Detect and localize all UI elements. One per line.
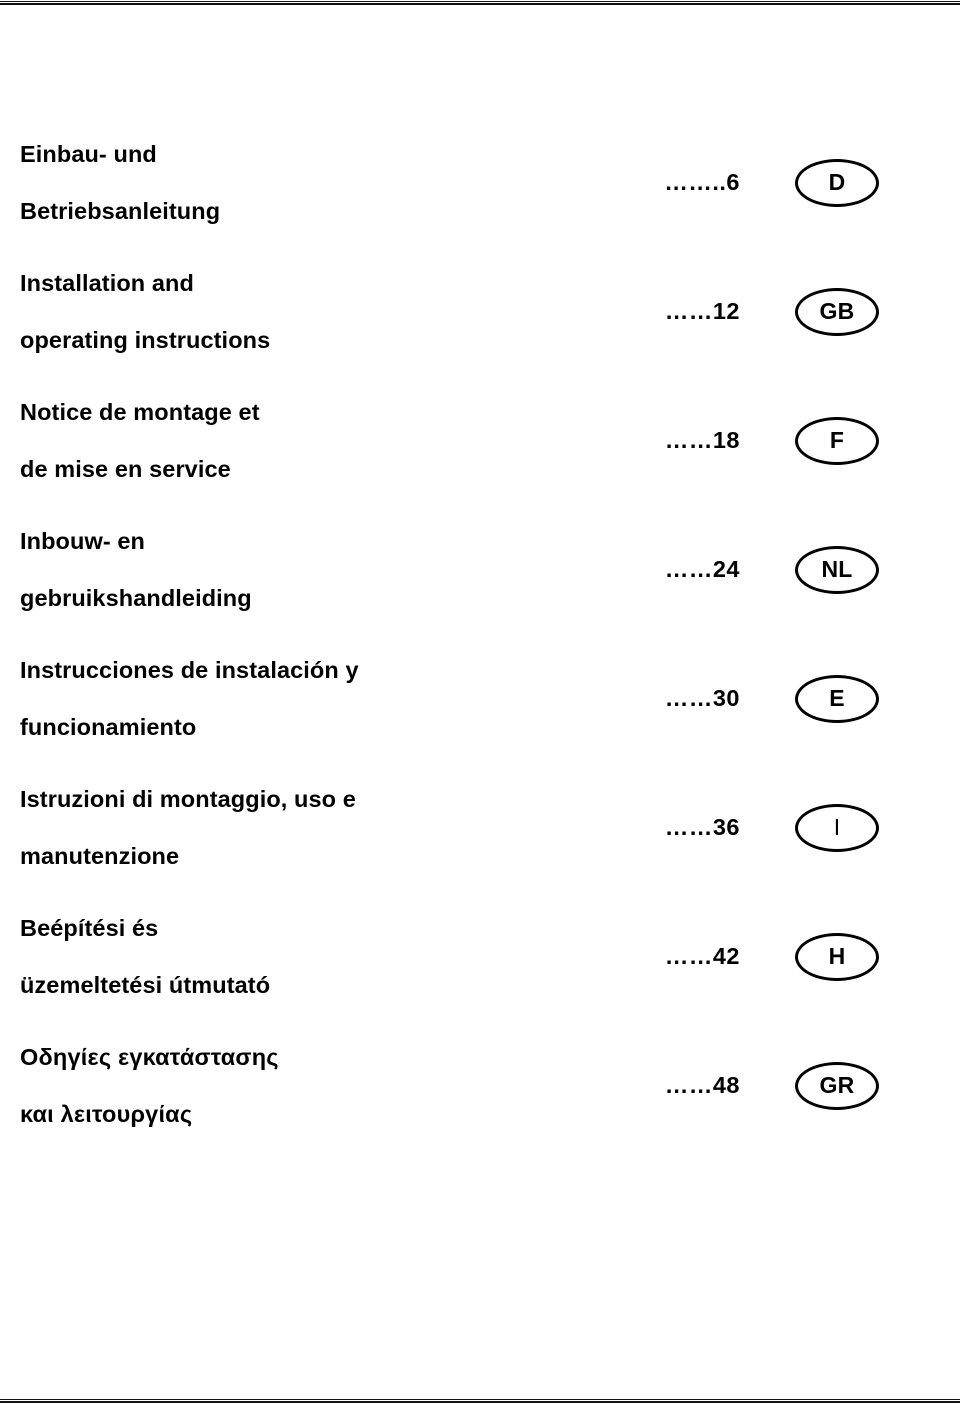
language-title: Instrucciones de instalación y funcionam…: [20, 656, 359, 740]
country-code-badge: I: [795, 803, 879, 852]
language-title: Einbau- und Betriebsanleitung: [20, 140, 221, 224]
language-row: Einbau- und Betriebsanleitung ……..6 D: [0, 118, 960, 247]
language-title: Notice de montage et de mise en service: [20, 398, 260, 482]
country-code-badge: GB: [795, 287, 879, 336]
language-title: Istruzioni di montaggio, uso e manutenzi…: [20, 785, 356, 869]
language-row: Οδηγίες εγκατάστασης και λειτουργίας ……4…: [0, 1021, 960, 1150]
language-title: Inbouw- en gebruikshandleiding: [20, 527, 252, 611]
country-code-badge: D: [795, 158, 879, 207]
page-number: ……24: [664, 555, 740, 582]
page-number: ……18: [664, 426, 740, 453]
country-badge-cell: E: [740, 674, 960, 723]
country-badge-cell: I: [740, 803, 960, 852]
page-number: ……36: [664, 813, 740, 840]
bottom-divider-rule: [0, 1399, 960, 1403]
country-badge-cell: F: [740, 416, 960, 465]
language-title: Οδηγίες εγκατάστασης και λειτουργίας: [20, 1043, 279, 1127]
country-code-badge: E: [795, 674, 879, 723]
language-row: Beépítési és üzemeltetési útmutató ……42 …: [0, 892, 960, 1021]
country-badge-cell: D: [740, 158, 960, 207]
country-badge-cell: NL: [740, 545, 960, 594]
page-number: ……30: [664, 684, 740, 711]
country-code-badge: NL: [795, 545, 879, 594]
language-row: Instrucciones de instalación y funcionam…: [0, 634, 960, 763]
language-row: Inbouw- en gebruikshandleiding ……24 NL: [0, 505, 960, 634]
language-title: Beépítési és üzemeltetési útmutató: [20, 914, 271, 998]
top-divider-rule: [0, 1, 960, 5]
language-row: Installation and operating instructions …: [0, 247, 960, 376]
country-badge-cell: GB: [740, 287, 960, 336]
page-number: ……42: [664, 942, 740, 969]
language-row: Istruzioni di montaggio, uso e manutenzi…: [0, 763, 960, 892]
language-row: Notice de montage et de mise en service …: [0, 376, 960, 505]
manual-cover-page: Einbau- und Betriebsanleitung ……..6 D In…: [0, 0, 960, 1409]
country-code-badge: GR: [795, 1061, 879, 1110]
country-code-badge: H: [795, 932, 879, 981]
country-code-badge: F: [795, 416, 879, 465]
language-index-list: Einbau- und Betriebsanleitung ……..6 D In…: [0, 118, 960, 1150]
page-number: ……..6: [664, 168, 740, 195]
page-number: ……48: [664, 1071, 740, 1098]
language-title: Installation and operating instructions: [20, 269, 271, 353]
country-badge-cell: H: [740, 932, 960, 981]
country-badge-cell: GR: [740, 1061, 960, 1110]
page-number: ……12: [664, 297, 740, 324]
